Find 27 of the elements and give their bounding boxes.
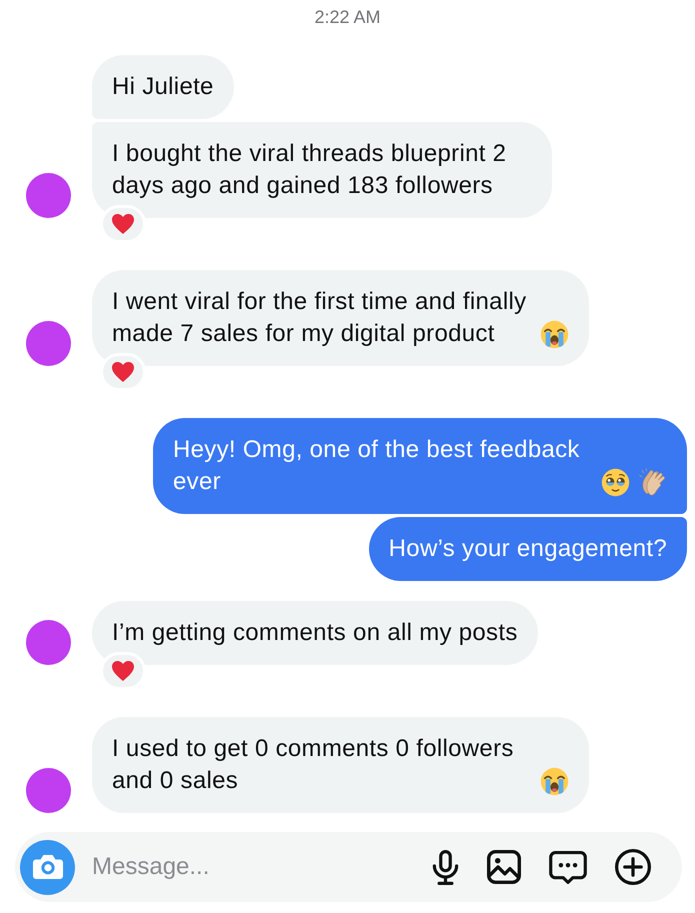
message-text: I bought the viral threads blueprint 2 days ago and gained 183 followers [112, 139, 508, 201]
add-icon[interactable] [615, 849, 651, 885]
message-text: I went viral for the first time and finally made 7 sales for my digital product [112, 287, 528, 349]
message-text: How’s your engagement? [388, 534, 667, 564]
message-field[interactable]: Message... [92, 849, 432, 885]
image-icon[interactable] [487, 850, 521, 884]
avatar-icon [26, 173, 71, 218]
avatar-icon [26, 620, 71, 665]
message-text: Hi Juliete [112, 72, 214, 102]
heart-icon [111, 361, 135, 383]
chat-bubble-icon[interactable] [549, 850, 587, 884]
microphone-icon[interactable] [432, 850, 459, 884]
crying-face-icon [540, 767, 569, 796]
avatar-icon [26, 321, 71, 366]
camera-icon [32, 855, 62, 879]
heart-icon [111, 660, 135, 682]
message-text: I’m getting comments on all my posts [112, 618, 518, 648]
avatar-icon [26, 768, 71, 813]
message-composer[interactable]: Message... [15, 832, 682, 902]
message-text: I used to get 0 comments 0 followers and 0 sales [112, 734, 515, 796]
message-text: Heyy! Omg, one of the best feedback ever [173, 435, 581, 497]
clapping-hands-icon [638, 468, 667, 497]
camera-button[interactable] [20, 840, 75, 894]
timestamp: 2:22 AM [314, 6, 381, 28]
teary-face-icon [601, 468, 630, 497]
crying-face-icon [540, 320, 569, 349]
heart-icon [111, 213, 135, 235]
